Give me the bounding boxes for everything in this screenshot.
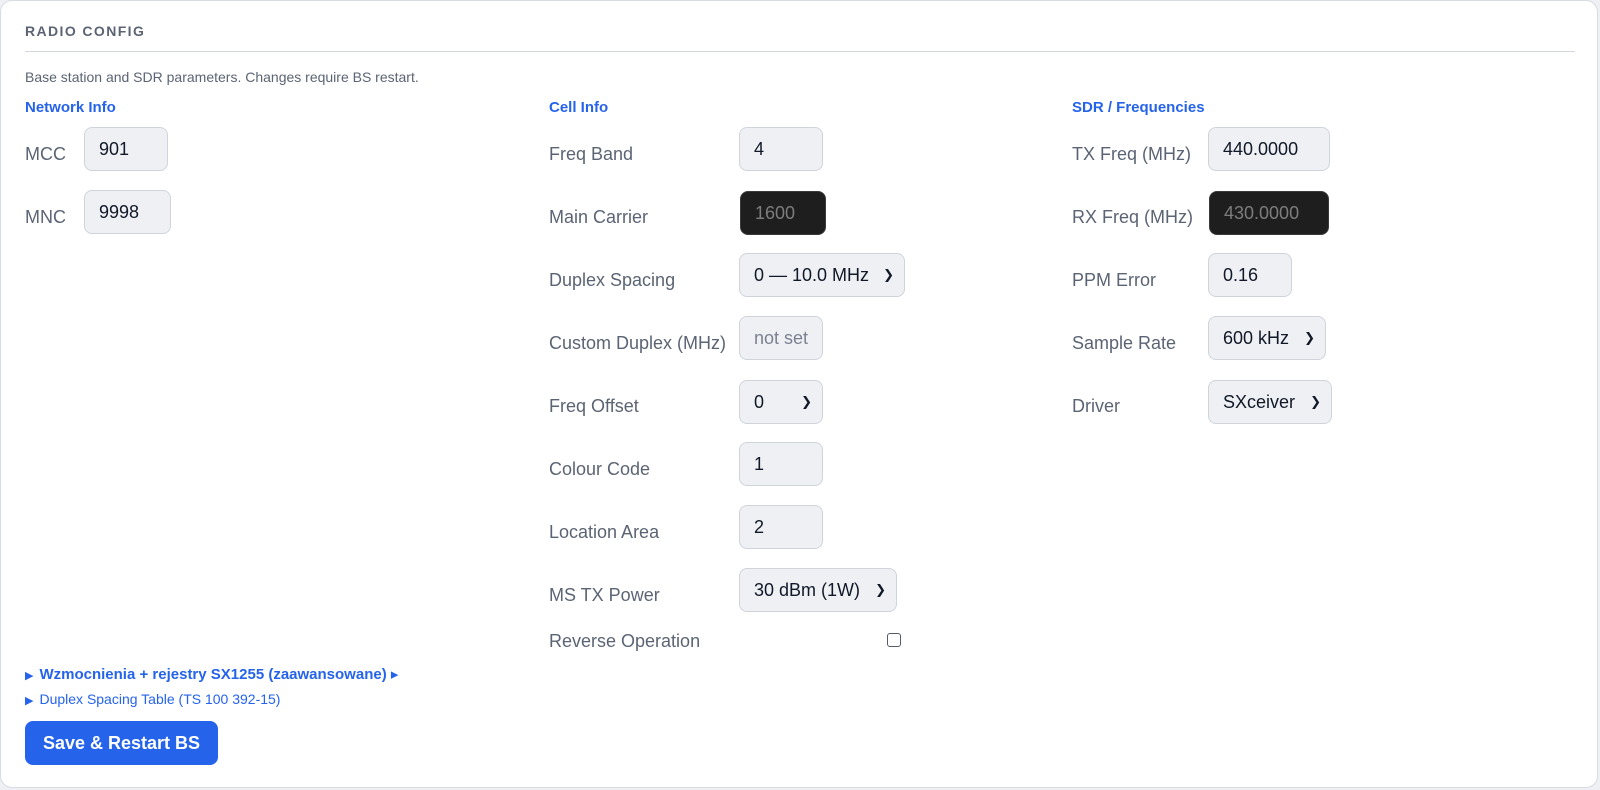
reverse-operation-checkbox[interactable] [887,633,901,647]
duplex-spacing-value: 0 — 10.0 MHz [754,265,870,285]
tx-freq-input[interactable] [1208,127,1330,171]
radio-config-card: RADIO CONFIG Base station and SDR parame… [0,0,1598,788]
duplex-spacing-label: Duplex Spacing [549,270,676,290]
duplex-spacing-select[interactable]: 0 — 10.0 MHz ❯ [739,253,905,297]
section-title: RADIO CONFIG [25,23,146,39]
freq-offset-select[interactable]: 0 ❯ [739,380,823,424]
disclosure-triangle-icon: ▶ [25,695,34,707]
chevron-down-icon: ❯ [883,267,894,282]
rx-freq-input[interactable] [1209,191,1329,235]
location-area-label: Location Area [549,522,660,542]
mcc-input[interactable] [84,127,168,171]
custom-duplex-label: Custom Duplex (MHz) [549,333,727,353]
cell-info-heading: Cell Info [549,99,609,116]
freq-band-input[interactable] [739,127,823,171]
ms-tx-power-value: 30 dBm (1W) [754,580,861,600]
main-carrier-input[interactable] [740,191,826,235]
gains-registers-disclosure[interactable]: ▶ Wzmocnienia + rejestry SX1255 (zaawanso… [25,665,398,683]
sample-rate-select[interactable]: 600 kHz ❯ [1208,316,1326,360]
mnc-label: MNC [25,207,66,227]
rx-freq-label: RX Freq (MHz) [1072,207,1193,227]
save-restart-button[interactable]: Save & Restart BS [25,721,218,765]
title-divider [25,51,1575,52]
sample-rate-value: 600 kHz [1223,328,1290,348]
ms-tx-power-select[interactable]: 30 dBm (1W) ❯ [739,568,897,612]
driver-value: SXceiver [1223,392,1296,412]
disclosure-triangle-icon: ▶ [25,670,34,682]
duplex-table-disclosure[interactable]: ▶ Duplex Spacing Table (TS 100 392-15) [25,691,280,707]
freq-band-label: Freq Band [549,144,634,164]
ppm-error-label: PPM Error [1072,270,1157,290]
duplex-table-label: Duplex Spacing Table (TS 100 392-15) [39,691,281,707]
tx-freq-label: TX Freq (MHz) [1072,144,1191,164]
reverse-operation-label: Reverse Operation [549,631,701,651]
custom-duplex-input[interactable] [739,316,823,360]
network-info-heading: Network Info [25,99,116,116]
sdr-heading: SDR / Frequencies [1072,99,1205,116]
chevron-down-icon: ❯ [875,582,886,597]
section-description: Base station and SDR parameters. Changes… [25,69,419,85]
chevron-down-icon: ❯ [1310,394,1321,409]
location-area-input[interactable] [739,505,823,549]
sample-rate-label: Sample Rate [1072,333,1177,353]
driver-select[interactable]: SXceiver ❯ [1208,380,1332,424]
chevron-down-icon: ❯ [801,394,812,409]
ms-tx-power-label: MS TX Power [549,585,660,605]
driver-label: Driver [1072,396,1120,416]
colour-code-input[interactable] [739,442,823,486]
mnc-input[interactable] [84,190,171,234]
main-carrier-label: Main Carrier [549,207,649,227]
freq-offset-value: 0 [754,392,765,412]
mcc-label: MCC [25,144,66,164]
chevron-down-icon: ❯ [1304,330,1315,345]
colour-code-label: Colour Code [549,459,651,479]
gains-registers-label: Wzmocnienia + rejestry SX1255 (zaawansow… [39,666,399,683]
ppm-error-input[interactable] [1208,253,1292,297]
freq-offset-label: Freq Offset [549,396,639,416]
